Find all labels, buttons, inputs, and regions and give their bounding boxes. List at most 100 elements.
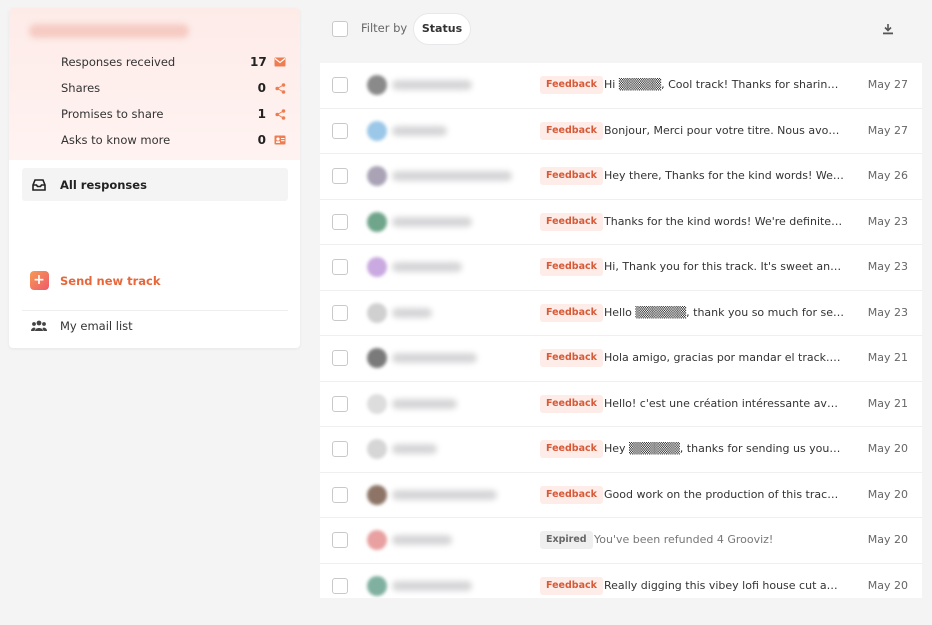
avatar: [367, 302, 387, 323]
message-preview: Hey there, Thanks for the kind words! We…: [604, 169, 844, 182]
stats-panel: Responses received 17 Shares 0 Promises …: [9, 8, 300, 160]
status-badge: Feedback: [540, 212, 603, 231]
message-preview: You've been refunded 4 Grooviz!: [594, 533, 774, 546]
avatar: [367, 166, 387, 186]
list-toolbar: Filter by Status: [320, 10, 922, 48]
select-all-checkbox[interactable]: [332, 21, 348, 37]
nav-send-new-track[interactable]: + Send new track: [22, 264, 288, 297]
row-checkbox[interactable]: [332, 259, 348, 275]
contact-card-icon: [274, 134, 286, 146]
share-icon: [274, 82, 286, 94]
stat-count: 0: [257, 133, 266, 147]
sender-name-blurred: [392, 307, 432, 318]
status-badge: Expired: [540, 531, 593, 549]
nav-all-responses[interactable]: All responses: [22, 168, 288, 201]
stat-responses-received: Responses received 17: [61, 52, 286, 72]
response-date: May 20: [867, 578, 908, 592]
response-date: May 21: [867, 351, 908, 364]
row-checkbox[interactable]: [332, 168, 348, 184]
response-row[interactable]: Feedback Hey ▒▒▒▒▒▒, thanks for sending u…: [320, 427, 922, 473]
sender-name-blurred: [392, 216, 472, 227]
download-icon[interactable]: [882, 20, 898, 36]
row-checkbox[interactable]: [332, 304, 348, 321]
response-row[interactable]: Feedback Hello! c'est une création intére…: [320, 382, 922, 427]
nav-label: My email list: [60, 318, 133, 333]
stat-promises-to-share: Promises to share 1: [61, 104, 286, 124]
row-checkbox[interactable]: [332, 486, 348, 503]
sender-name-blurred: [392, 580, 472, 591]
message-preview: Hey ▒▒▒▒▒▒, thanks for sending us your n…: [604, 442, 844, 455]
response-row[interactable]: Feedback Good work on the production of t…: [320, 473, 922, 518]
row-checkbox[interactable]: [332, 441, 348, 457]
status-badge: Feedback: [540, 394, 603, 413]
stat-label: Asks to know more: [61, 133, 171, 147]
response-date: May 27: [867, 123, 908, 137]
filter-by-label: Filter by: [361, 21, 408, 35]
stat-label: Shares: [61, 81, 101, 95]
sender-name-blurred: [392, 171, 512, 181]
response-date: May 20: [867, 442, 908, 455]
stat-label: Responses received: [61, 55, 176, 69]
sender-name-blurred: [392, 398, 457, 409]
response-row[interactable]: Expired You've been refunded 4 Grooviz! Ma…: [320, 518, 922, 564]
response-list: Feedback Hi ▒▒▒▒▒, Cool track! Thanks for…: [320, 63, 922, 598]
response-row[interactable]: Feedback Hola amigo, gracias por mandar e…: [320, 336, 922, 382]
status-badge: Feedback: [540, 485, 603, 504]
row-checkbox[interactable]: [332, 532, 348, 548]
stat-count: 1: [257, 107, 266, 121]
message-preview: Hello! c'est une création intéressante a…: [604, 396, 844, 410]
status-badge: Feedback: [540, 303, 603, 322]
avatar: [367, 211, 387, 232]
stat-count: 0: [257, 81, 266, 95]
response-row[interactable]: Feedback Hey there, Thanks for the kind w…: [320, 154, 922, 200]
sidebar-panel: Responses received 17 Shares 0 Promises …: [9, 8, 300, 348]
response-date: May 21: [867, 396, 908, 410]
response-date: May 20: [867, 487, 908, 501]
row-checkbox[interactable]: [332, 350, 348, 366]
sender-name-blurred: [392, 125, 447, 136]
status-badge: Feedback: [540, 576, 603, 595]
sender-name-blurred: [392, 535, 452, 545]
response-row[interactable]: Feedback Hi ▒▒▒▒▒, Cool track! Thanks for…: [320, 63, 922, 109]
avatar: [367, 75, 387, 95]
response-date: May 23: [867, 214, 908, 228]
status-badge: Feedback: [540, 258, 603, 276]
sender-name-blurred: [392, 489, 497, 500]
avatar: [367, 257, 387, 277]
response-row[interactable]: Feedback Hello ▒▒▒▒▒▒, thank you so much …: [320, 291, 922, 336]
message-preview: Hello ▒▒▒▒▒▒, thank you so much for send…: [604, 305, 844, 319]
stats-title-blurred: [29, 24, 189, 38]
response-date: May 23: [867, 260, 908, 273]
status-badge: Feedback: [540, 167, 603, 185]
row-checkbox[interactable]: [332, 577, 348, 594]
response-row[interactable]: Feedback Bonjour, Merci pour votre titre.…: [320, 109, 922, 154]
status-badge: Feedback: [540, 440, 603, 458]
avatar: [367, 439, 387, 459]
response-row[interactable]: Feedback Hi, Thank you for this track. It…: [320, 245, 922, 291]
status-filter-button[interactable]: Status: [413, 13, 471, 45]
avatar: [367, 348, 387, 368]
mail-icon: [274, 56, 286, 68]
nav-my-email-list[interactable]: My email list: [22, 309, 288, 342]
share-icon: [274, 108, 286, 120]
message-preview: Hola amigo, gracias por mandar el track.…: [604, 351, 844, 364]
row-checkbox[interactable]: [332, 213, 348, 230]
sender-name-blurred: [392, 80, 472, 90]
stat-shares: Shares 0: [61, 78, 286, 98]
row-checkbox[interactable]: [332, 122, 348, 139]
message-preview: Good work on the production of this trac…: [604, 487, 844, 501]
plus-icon: +: [24, 271, 54, 290]
stat-label: Promises to share: [61, 107, 164, 121]
row-checkbox[interactable]: [332, 395, 348, 412]
users-icon: [24, 320, 54, 332]
message-preview: Thanks for the kind words! We're definit…: [604, 214, 844, 228]
status-badge: Feedback: [540, 121, 603, 140]
avatar: [367, 484, 387, 505]
response-row[interactable]: Feedback Really digging this vibey lofi h…: [320, 564, 922, 599]
row-checkbox[interactable]: [332, 77, 348, 93]
response-date: May 26: [867, 169, 908, 182]
sender-name-blurred: [392, 262, 462, 272]
response-row[interactable]: Feedback Thanks for the kind words! We're…: [320, 200, 922, 245]
avatar: [367, 120, 387, 141]
stat-count: 17: [250, 55, 267, 69]
